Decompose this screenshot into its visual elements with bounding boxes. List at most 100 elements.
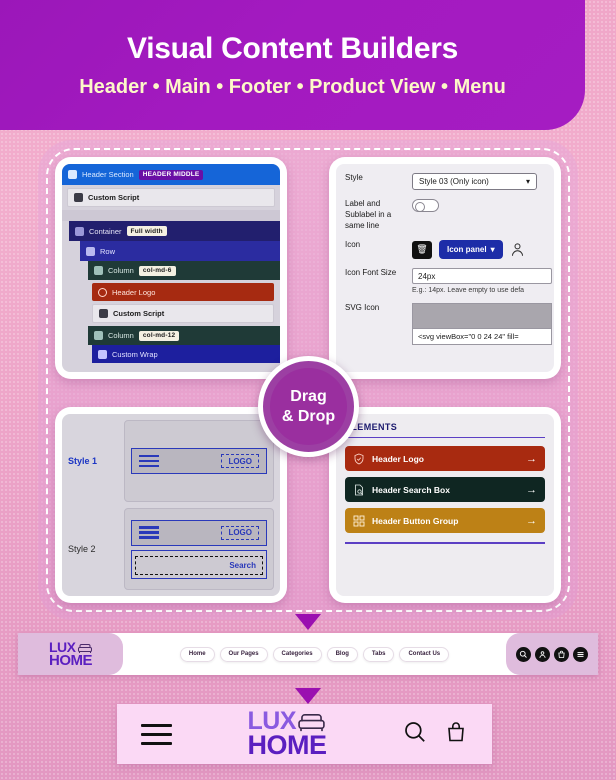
arrow-right-icon: →: [526, 514, 537, 527]
desktop-logo[interactable]: LUX HOME: [18, 633, 123, 675]
arrow-down-icon-2: [295, 688, 321, 704]
container-icon: [75, 226, 84, 236]
elements-title: ELEMENTS: [345, 422, 398, 432]
element-label: Header Search Box: [372, 484, 450, 495]
user-icon[interactable]: [535, 646, 550, 662]
style-option-2[interactable]: Style 2 LOGO Search: [68, 508, 274, 590]
tree-row-row[interactable]: Row: [80, 241, 280, 261]
drag-and-drop-badge: Drag & Drop: [258, 356, 359, 457]
field-svg-icon: SVG Icon <svg viewBox="0 0 24 24" fill=: [345, 303, 554, 346]
styles-panel: Style 1 LOGO Style 2 LOGO Search: [55, 407, 287, 603]
arrow-down-icon-1: [295, 614, 321, 630]
tree-row-label: Header Section: [82, 170, 134, 179]
tree-spacer: [62, 210, 280, 221]
field-same-line: Label and Sublabel in a same line: [345, 199, 554, 231]
same-line-label: Label and Sublabel in a same line: [345, 199, 392, 230]
element-label: Header Button Group: [372, 515, 459, 526]
col-md-12-badge: col-md-12: [138, 330, 180, 341]
chevron-down-icon: ▾: [490, 245, 495, 255]
tree-row-label: Custom Script: [113, 309, 165, 318]
wrap-icon: [98, 349, 107, 359]
tree-row-label: Column: [108, 266, 134, 275]
elements-list: ELEMENTS Header Logo → Header Search Box…: [336, 414, 554, 596]
wireframe-logo: LOGO: [221, 454, 259, 468]
tree-row-custom-script-1[interactable]: Custom Script: [67, 188, 275, 207]
settings-form: Style Style 03 (Only icon) ▾ Label and S…: [336, 164, 554, 372]
badge-line-1: Drag: [290, 388, 327, 406]
wireframe-logo: LOGO: [221, 525, 259, 540]
style-1-label: Style 1: [68, 456, 98, 466]
nav-item-categories[interactable]: Categories: [272, 646, 322, 662]
logo-home: HOME: [247, 730, 328, 761]
tree-row-container[interactable]: Container Full width: [69, 221, 280, 241]
tree-row-custom-script-2[interactable]: Custom Script: [92, 304, 274, 323]
tree-row-column-6[interactable]: Column col-md-6: [88, 261, 280, 280]
search-icon[interactable]: [516, 646, 531, 662]
element-header-search-box[interactable]: Header Search Box →: [345, 477, 545, 503]
style-select-value: Style 03 (Only icon): [419, 177, 489, 186]
script-icon: [99, 309, 108, 318]
builder-tree[interactable]: Header Section HEADER MIDDLE Custom Scri…: [62, 164, 280, 372]
delete-icon-button[interactable]: 🗑: [412, 240, 432, 259]
page-subtitle: Header • Main • Footer • Product View • …: [79, 76, 506, 98]
icon-font-size-input[interactable]: 24px: [412, 268, 552, 285]
bag-icon[interactable]: [554, 646, 569, 662]
builder-tree-panel: Header Section HEADER MIDDLE Custom Scri…: [55, 157, 287, 379]
nav-item-contact-us[interactable]: Contact Us: [399, 646, 450, 662]
style-options: Style 1 LOGO Style 2 LOGO Search: [62, 414, 280, 596]
elements-panel: ELEMENTS Header Logo → Header Search Box…: [329, 407, 561, 603]
page-title: Visual Content Builders: [127, 32, 458, 65]
elements-divider-bottom: [345, 542, 545, 544]
tree-row-column-12[interactable]: Column col-md-12: [88, 326, 280, 345]
nav-item-home[interactable]: Home: [179, 646, 215, 662]
style-label: Style: [345, 173, 363, 182]
svg-icon-label: SVG Icon: [345, 303, 380, 313]
style-2-label: Style 2: [68, 544, 96, 554]
tree-row-label: Container: [89, 226, 122, 236]
field-icon: Icon 🗑 Icon panel ▾: [345, 240, 554, 260]
element-header-button-group[interactable]: Header Button Group →: [345, 508, 545, 534]
arrow-right-icon: →: [526, 483, 537, 496]
arrow-right-icon: →: [526, 452, 537, 465]
bag-icon[interactable]: [444, 719, 468, 750]
tree-row-header-logo[interactable]: Header Logo: [92, 283, 274, 301]
mobile-logo[interactable]: LUX HOME: [172, 709, 402, 761]
style-2-preview[interactable]: LOGO Search: [124, 508, 274, 590]
tree-row-custom-wrap[interactable]: Custom Wrap: [92, 345, 280, 363]
menu-icon: [139, 526, 159, 539]
wireframe-bar: LOGO: [131, 448, 267, 474]
wireframe-search: Search: [135, 555, 263, 575]
menu-icon[interactable]: [573, 646, 588, 662]
wireframe-search-wrap: Search: [131, 549, 267, 579]
nav-item-blog[interactable]: Blog: [326, 646, 358, 662]
search-icon[interactable]: [402, 719, 428, 750]
field-style: Style Style 03 (Only icon) ▾: [345, 173, 554, 190]
row-icon: [86, 246, 95, 256]
icon-font-size-value: 24px: [418, 271, 436, 281]
file-search-icon: [355, 484, 363, 496]
chevron-down-icon: ▾: [525, 177, 530, 186]
icon-font-size-hint: E.g.: 14px. Leave empty to use defa: [412, 287, 525, 295]
style-1-preview[interactable]: LOGO: [124, 420, 274, 502]
style-select[interactable]: Style 03 (Only icon) ▾: [412, 173, 537, 190]
nav-item-our-pages[interactable]: Our Pages: [219, 646, 268, 662]
style-option-1[interactable]: Style 1 LOGO: [68, 420, 274, 502]
tree-row-label: Custom Script: [88, 193, 140, 202]
icon-panel-label: Icon panel: [447, 245, 487, 255]
element-label: Header Logo: [372, 453, 424, 464]
element-header-logo[interactable]: Header Logo →: [345, 446, 545, 472]
nav-item-tabs[interactable]: Tabs: [362, 646, 395, 662]
icon-panel-button[interactable]: Icon panel ▾: [439, 240, 503, 260]
svg-preview-box: [412, 303, 552, 330]
desktop-navbar: LUX HOME Home Our Pages Categories Blog …: [18, 633, 598, 675]
tree-row-header-section[interactable]: Header Section HEADER MIDDLE: [62, 164, 280, 185]
svg-code-value: <svg viewBox="0 0 24 24" fill=: [418, 332, 519, 342]
svg-code-input[interactable]: <svg viewBox="0 0 24 24" fill=: [412, 329, 552, 346]
user-icon: [511, 243, 523, 257]
same-line-toggle[interactable]: [412, 199, 439, 212]
icon-label: Icon: [345, 240, 361, 250]
script-icon: [74, 193, 83, 202]
col-md-6-badge: col-md-6: [138, 265, 176, 276]
header-middle-badge: HEADER MIDDLE: [138, 169, 204, 180]
menu-icon[interactable]: [141, 723, 172, 745]
